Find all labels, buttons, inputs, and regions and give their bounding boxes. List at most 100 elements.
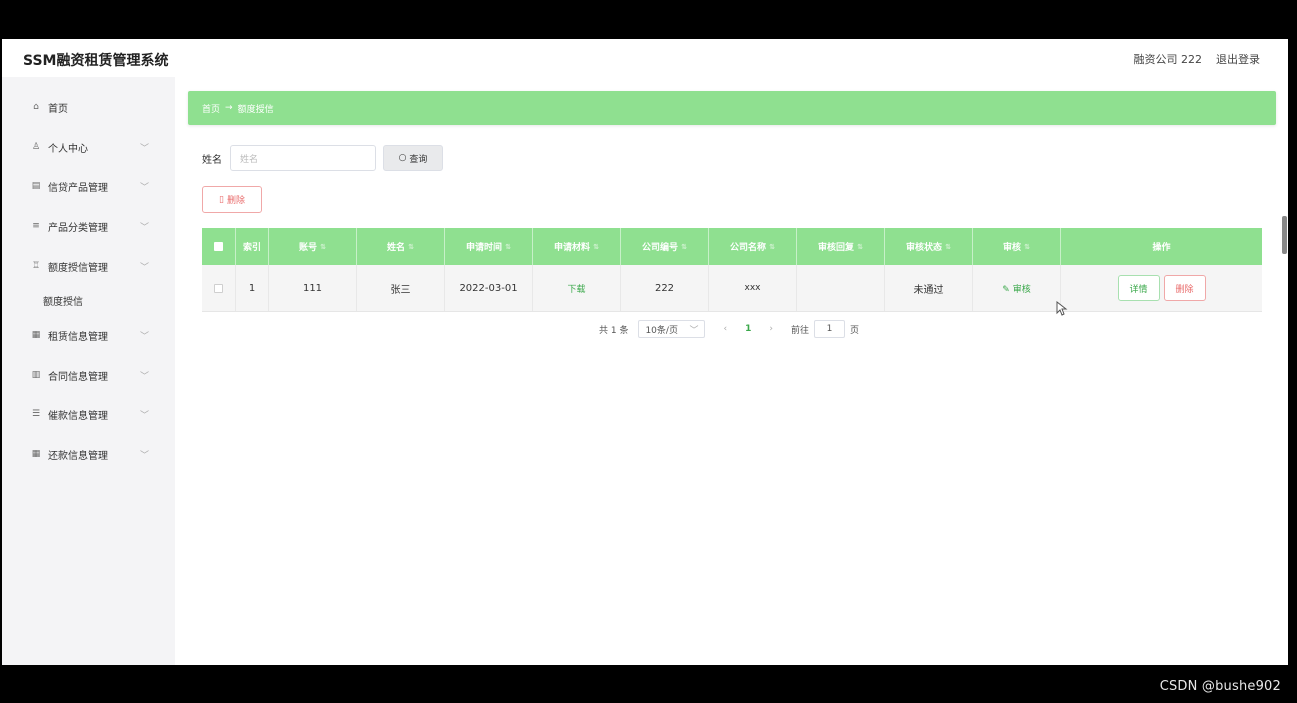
logout-link[interactable]: 退出登录: [1216, 51, 1260, 67]
breadcrumb: 首页 → 额度授信: [188, 91, 1276, 125]
stack-icon: ≡: [32, 221, 40, 231]
table-row: 1 111 张三 2022-03-01 下载 222 xxx 未通过 ✎ 审核: [202, 265, 1262, 312]
review-link[interactable]: ✎ 审核: [1002, 282, 1030, 295]
mouse-cursor-icon: [1056, 301, 1068, 316]
search-placeholder: 姓名: [240, 154, 259, 165]
chevron-down-icon: ﹀: [140, 182, 150, 193]
detail-button[interactable]: 详情: [1117, 275, 1160, 301]
sidebar-item-label: 租赁信息管理: [48, 331, 108, 343]
col-apply-time[interactable]: 申请时间 ⇅: [445, 228, 533, 265]
page-scrollbar[interactable]: [1282, 216, 1287, 254]
col-account[interactable]: 账号 ⇅: [269, 228, 357, 265]
row-checkbox[interactable]: [214, 283, 223, 293]
chevron-down-icon: ﹀: [140, 450, 150, 461]
sidebar: ⌂ 首页 ♙ 个人中心 ﹀ ▤ 信贷产品管理 ﹀ ≡ 产品分类管理 ﹀ ♖ 额度…: [2, 77, 175, 665]
col-materials[interactable]: 申请材料 ⇅: [533, 228, 621, 265]
cell-company-name: xxx: [709, 265, 797, 311]
goto-suffix: 页: [849, 325, 859, 336]
pagination: 共 1 条 10条/页 ﹀ ‹ 1 › 前往 1 页: [599, 320, 859, 338]
sidebar-subitem-credit-quota[interactable]: 额度授信: [2, 285, 175, 315]
home-icon: ⌂: [33, 102, 39, 112]
person-icon: ♙: [31, 142, 41, 152]
cell-company-no: 222: [621, 265, 709, 311]
chevron-down-icon: ﹀: [140, 410, 150, 421]
watermark: CSDN @bushe902: [1159, 679, 1281, 694]
chevron-down-icon: ﹀: [140, 371, 150, 382]
sidebar-item-label: 还款信息管理: [48, 450, 108, 462]
table-header: 索引 账号 ⇅ 姓名 ⇅ 申请时间 ⇅ 申请材料 ⇅ 公司编号 ⇅ 公司名称 ⇅ 审核回复 ⇅…: [202, 228, 1262, 265]
main-content: 首页 → 额度授信 姓名 姓名 ○ 查询 ▯ 删除 索引 账号 ⇅ 姓名 ⇅ 申…: [175, 77, 1288, 665]
name-search-input[interactable]: 姓名: [230, 145, 376, 171]
sidebar-item-label: 产品分类管理: [48, 222, 108, 234]
search-form: 姓名 姓名 ○ 查询: [202, 145, 443, 171]
goto-prefix: 前往: [790, 325, 809, 336]
breadcrumb-home[interactable]: 首页: [202, 102, 220, 115]
sidebar-item-repayment-info[interactable]: ▦ 还款信息管理 ﹀: [2, 439, 175, 469]
edit-icon: ✎: [1002, 284, 1010, 295]
sidebar-item-personal-center[interactable]: ♙ 个人中心 ﹀: [2, 132, 175, 162]
next-page-button[interactable]: ›: [769, 324, 773, 334]
breadcrumb-separator: →: [225, 103, 233, 113]
chevron-down-icon: ﹀: [140, 143, 150, 154]
col-review-reply[interactable]: 审核回复 ⇅: [797, 228, 885, 265]
credit-table: 索引 账号 ⇅ 姓名 ⇅ 申请时间 ⇅ 申请材料 ⇅ 公司编号 ⇅ 公司名称 ⇅ 审核回复 ⇅…: [202, 228, 1262, 312]
breadcrumb-current: 额度授信: [237, 104, 274, 115]
sort-icon: ⇅: [681, 242, 687, 251]
sidebar-item-product-categories[interactable]: ≡ 产品分类管理 ﹀: [2, 211, 175, 241]
batch-delete-button[interactable]: ▯ 删除: [202, 186, 262, 213]
cell-account: 111: [269, 265, 357, 311]
trash-icon: ▯: [219, 194, 224, 205]
sort-icon: ⇅: [945, 242, 951, 251]
current-page[interactable]: 1: [745, 324, 751, 334]
pager-total: 共 1 条: [599, 325, 629, 336]
clipboard-icon: ▥: [31, 370, 41, 380]
letterbox-top: [0, 0, 1297, 39]
chevron-down-icon: ﹀: [140, 222, 150, 233]
sidebar-item-credit-products[interactable]: ▤ 信贷产品管理 ﹀: [2, 171, 175, 201]
col-review[interactable]: 审核 ⇅: [973, 228, 1061, 265]
goto-page-input[interactable]: 1: [813, 320, 845, 338]
search-icon: ○: [398, 153, 407, 163]
list-icon: ☰: [31, 409, 41, 419]
search-button[interactable]: ○ 查询: [383, 145, 443, 171]
row-select-cell: [202, 265, 236, 311]
cell-name: 张三: [357, 265, 445, 311]
sidebar-item-dunning-info[interactable]: ☰ 催款信息管理 ﹀: [2, 399, 175, 429]
sidebar-item-contract-info[interactable]: ▥ 合同信息管理 ﹀: [2, 360, 175, 390]
row-delete-button[interactable]: 删除: [1163, 275, 1206, 301]
sidebar-item-credit-quota[interactable]: ♖ 额度授信管理 ﹀: [2, 251, 175, 281]
page-size-select[interactable]: 10条/页 ﹀: [638, 320, 706, 338]
sidebar-item-label: 信贷产品管理: [48, 182, 108, 194]
cell-actions: 详情 删除: [1061, 265, 1262, 311]
prev-page-button[interactable]: ‹: [723, 324, 727, 334]
sidebar-item-label: 合同信息管理: [48, 371, 108, 383]
download-link[interactable]: 下载: [567, 282, 585, 295]
col-review-status[interactable]: 审核状态 ⇅: [885, 228, 973, 265]
screen: SSM融资租赁管理系统 融资公司 222 退出登录 ⌂ 首页 ♙ 个人中心 ﹀ …: [0, 0, 1297, 703]
chevron-down-icon: ﹀: [140, 262, 150, 273]
sort-icon: ⇅: [593, 242, 599, 251]
header-user-area: 融资公司 222 退出登录: [1134, 51, 1261, 67]
col-company-name[interactable]: 公司名称 ⇅: [709, 228, 797, 265]
search-button-label: 查询: [409, 154, 428, 165]
chevron-down-icon: ﹀: [689, 325, 699, 336]
sort-icon: ⇅: [857, 242, 863, 251]
search-label: 姓名: [202, 154, 222, 166]
chevron-down-icon: ﹀: [140, 331, 150, 342]
current-user: 融资公司 222: [1133, 53, 1203, 66]
app-title: SSM融资租赁管理系统: [23, 53, 169, 69]
sort-icon: ⇅: [769, 242, 775, 251]
top-header: SSM融资租赁管理系统 融资公司 222 退出登录: [2, 39, 1288, 77]
cell-review-status: 未通过: [885, 265, 973, 311]
select-all-cell: [202, 228, 236, 265]
col-company-no[interactable]: 公司编号 ⇅: [621, 228, 709, 265]
sidebar-item-label: 额度授信: [43, 296, 83, 308]
select-all-checkbox[interactable]: [214, 242, 223, 251]
delete-button-label: 删除: [226, 196, 245, 206]
col-name[interactable]: 姓名 ⇅: [357, 228, 445, 265]
sidebar-item-home[interactable]: ⌂ 首页: [2, 92, 175, 122]
letterbox-bottom: [0, 665, 1297, 703]
sidebar-item-label: 催款信息管理: [48, 410, 108, 422]
cell-review-reply: [797, 265, 885, 311]
sidebar-item-lease-info[interactable]: ▦ 租赁信息管理 ﹀: [2, 320, 175, 350]
